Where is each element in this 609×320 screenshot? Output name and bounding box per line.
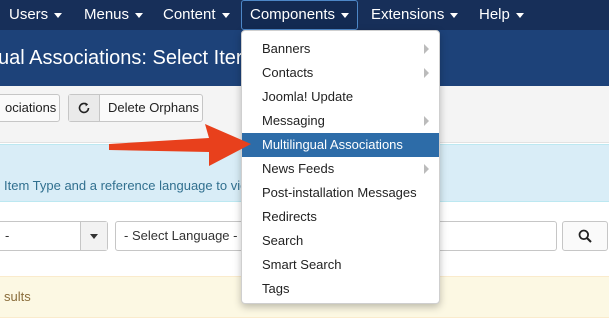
- associations-button[interactable]: ociations: [0, 94, 60, 122]
- menu-item-label: Contacts: [262, 65, 314, 80]
- item-type-select[interactable]: -: [0, 221, 108, 251]
- nav-users-label: Users: [9, 6, 49, 23]
- menu-item-messaging[interactable]: Messaging: [242, 109, 439, 133]
- menu-item-label: News Feeds: [262, 161, 335, 176]
- item-type-value: -: [5, 228, 10, 243]
- delete-orphans-button[interactable]: Delete Orphans: [68, 94, 203, 122]
- nav-extensions[interactable]: Extensions: [371, 0, 459, 30]
- nav-help[interactable]: Help: [479, 0, 524, 30]
- search-icon: [578, 229, 592, 243]
- chevron-right-icon: [424, 44, 429, 54]
- menu-item-tags[interactable]: Tags: [242, 277, 439, 301]
- caret-down-icon: [54, 12, 63, 18]
- menu-item-label: Redirects: [262, 209, 317, 224]
- menu-item-joomla-update[interactable]: Joomla! Update: [242, 85, 439, 109]
- caret-down-icon: [135, 12, 144, 18]
- menu-item-label: Multilingual Associations: [262, 137, 403, 152]
- delete-orphans-label: Delete Orphans: [108, 100, 200, 115]
- menu-item-label: Banners: [262, 41, 311, 56]
- nav-extensions-label: Extensions: [371, 6, 445, 23]
- menu-item-banners[interactable]: Banners: [242, 37, 439, 61]
- search-button[interactable]: [562, 221, 608, 251]
- menu-item-search[interactable]: Search: [242, 229, 439, 253]
- menu-item-label: Smart Search: [262, 257, 342, 272]
- menu-item-label: Joomla! Update: [262, 89, 354, 104]
- nav-components[interactable]: Components: [241, 0, 359, 30]
- menu-item-label: Post-installation Messages: [262, 185, 417, 200]
- refresh-icon: [69, 95, 100, 121]
- language-select-value: - Select Language -: [124, 228, 238, 243]
- menu-item-multilingual-associations[interactable]: Multilingual Associations: [242, 133, 439, 157]
- caret-down-icon: [515, 12, 524, 18]
- nav-users[interactable]: Users: [9, 0, 63, 30]
- no-results-text: sults: [4, 289, 31, 304]
- menu-item-redirects[interactable]: Redirects: [242, 205, 439, 229]
- caret-down-icon: [450, 12, 459, 18]
- menu-item-contacts[interactable]: Contacts: [242, 61, 439, 85]
- top-navbar: Users Menus Content Components Extension…: [0, 0, 609, 30]
- associations-button-label: ociations: [5, 100, 57, 115]
- nav-content-label: Content: [163, 6, 216, 23]
- nav-help-label: Help: [479, 6, 510, 23]
- menu-item-news-feeds[interactable]: News Feeds: [242, 157, 439, 181]
- components-dropdown-menu: Banners Contacts Joomla! Update Messagin…: [241, 30, 440, 304]
- nav-menus[interactable]: Menus: [84, 0, 144, 30]
- menu-item-label: Messaging: [262, 113, 325, 128]
- caret-down-icon: [341, 12, 350, 18]
- caret-down-icon: [80, 222, 107, 250]
- nav-components-label: Components: [250, 6, 336, 23]
- page-title: ual Associations: Select Iter: [0, 47, 243, 69]
- nav-content[interactable]: Content: [163, 0, 230, 30]
- chevron-right-icon: [424, 116, 429, 126]
- menu-item-smart-search[interactable]: Smart Search: [242, 253, 439, 277]
- info-alert-text: Item Type and a reference language to vi…: [4, 178, 248, 193]
- nav-menus-label: Menus: [84, 6, 130, 23]
- menu-item-post-installation-messages[interactable]: Post-installation Messages: [242, 181, 439, 205]
- annotation-arrow-icon: [109, 124, 251, 166]
- chevron-right-icon: [424, 68, 429, 78]
- menu-item-label: Tags: [262, 281, 290, 296]
- chevron-right-icon: [424, 164, 429, 174]
- caret-down-icon: [221, 12, 230, 18]
- menu-item-label: Search: [262, 233, 304, 248]
